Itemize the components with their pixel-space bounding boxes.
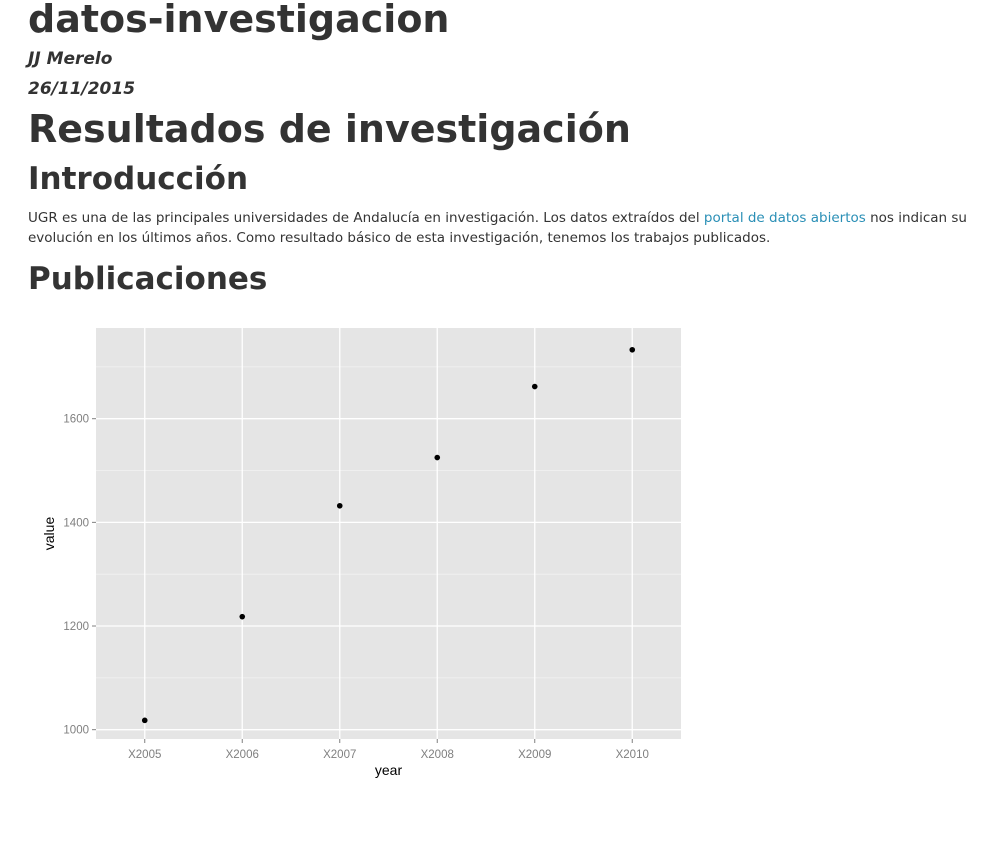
data-point xyxy=(434,454,441,461)
y-axis-title: value xyxy=(41,517,57,551)
document-date: 26/11/2015 xyxy=(28,79,136,99)
document-author: JJ Merelo xyxy=(28,49,113,69)
document-title: datos-investigacion xyxy=(28,0,450,41)
intro-paragraph: UGR es una de las principales universida… xyxy=(28,208,968,248)
data-point xyxy=(141,717,148,724)
y-tick-label: 1200 xyxy=(63,621,89,633)
x-tick-label: X2006 xyxy=(226,749,259,761)
open-data-portal-link[interactable]: portal de datos abiertos xyxy=(704,210,866,226)
y-tick-label: 1400 xyxy=(63,517,89,529)
data-point xyxy=(629,346,636,353)
x-axis-title: year xyxy=(375,762,403,778)
data-point xyxy=(531,383,538,390)
section-heading-results: Resultados de investigación xyxy=(28,107,631,151)
plot-panel xyxy=(96,328,681,739)
x-tick-label: X2007 xyxy=(323,749,356,761)
intro-text-start: UGR es una de las principales universida… xyxy=(28,210,704,226)
data-point xyxy=(336,502,343,509)
y-tick-label: 1600 xyxy=(63,414,89,426)
section-heading-publications: Publicaciones xyxy=(28,261,268,297)
x-tick-label: X2010 xyxy=(616,749,649,761)
x-tick-label: X2008 xyxy=(421,749,454,761)
x-tick-label: X2009 xyxy=(518,749,551,761)
publications-scatter-chart: 1000 1200 1400 1600 X2005 X2006 X2007 X2008 X200… xyxy=(41,328,681,778)
y-tick-label: 1000 xyxy=(63,725,89,737)
data-point xyxy=(239,613,246,620)
section-heading-introduction: Introducción xyxy=(28,161,249,197)
x-tick-label: X2005 xyxy=(128,749,161,761)
